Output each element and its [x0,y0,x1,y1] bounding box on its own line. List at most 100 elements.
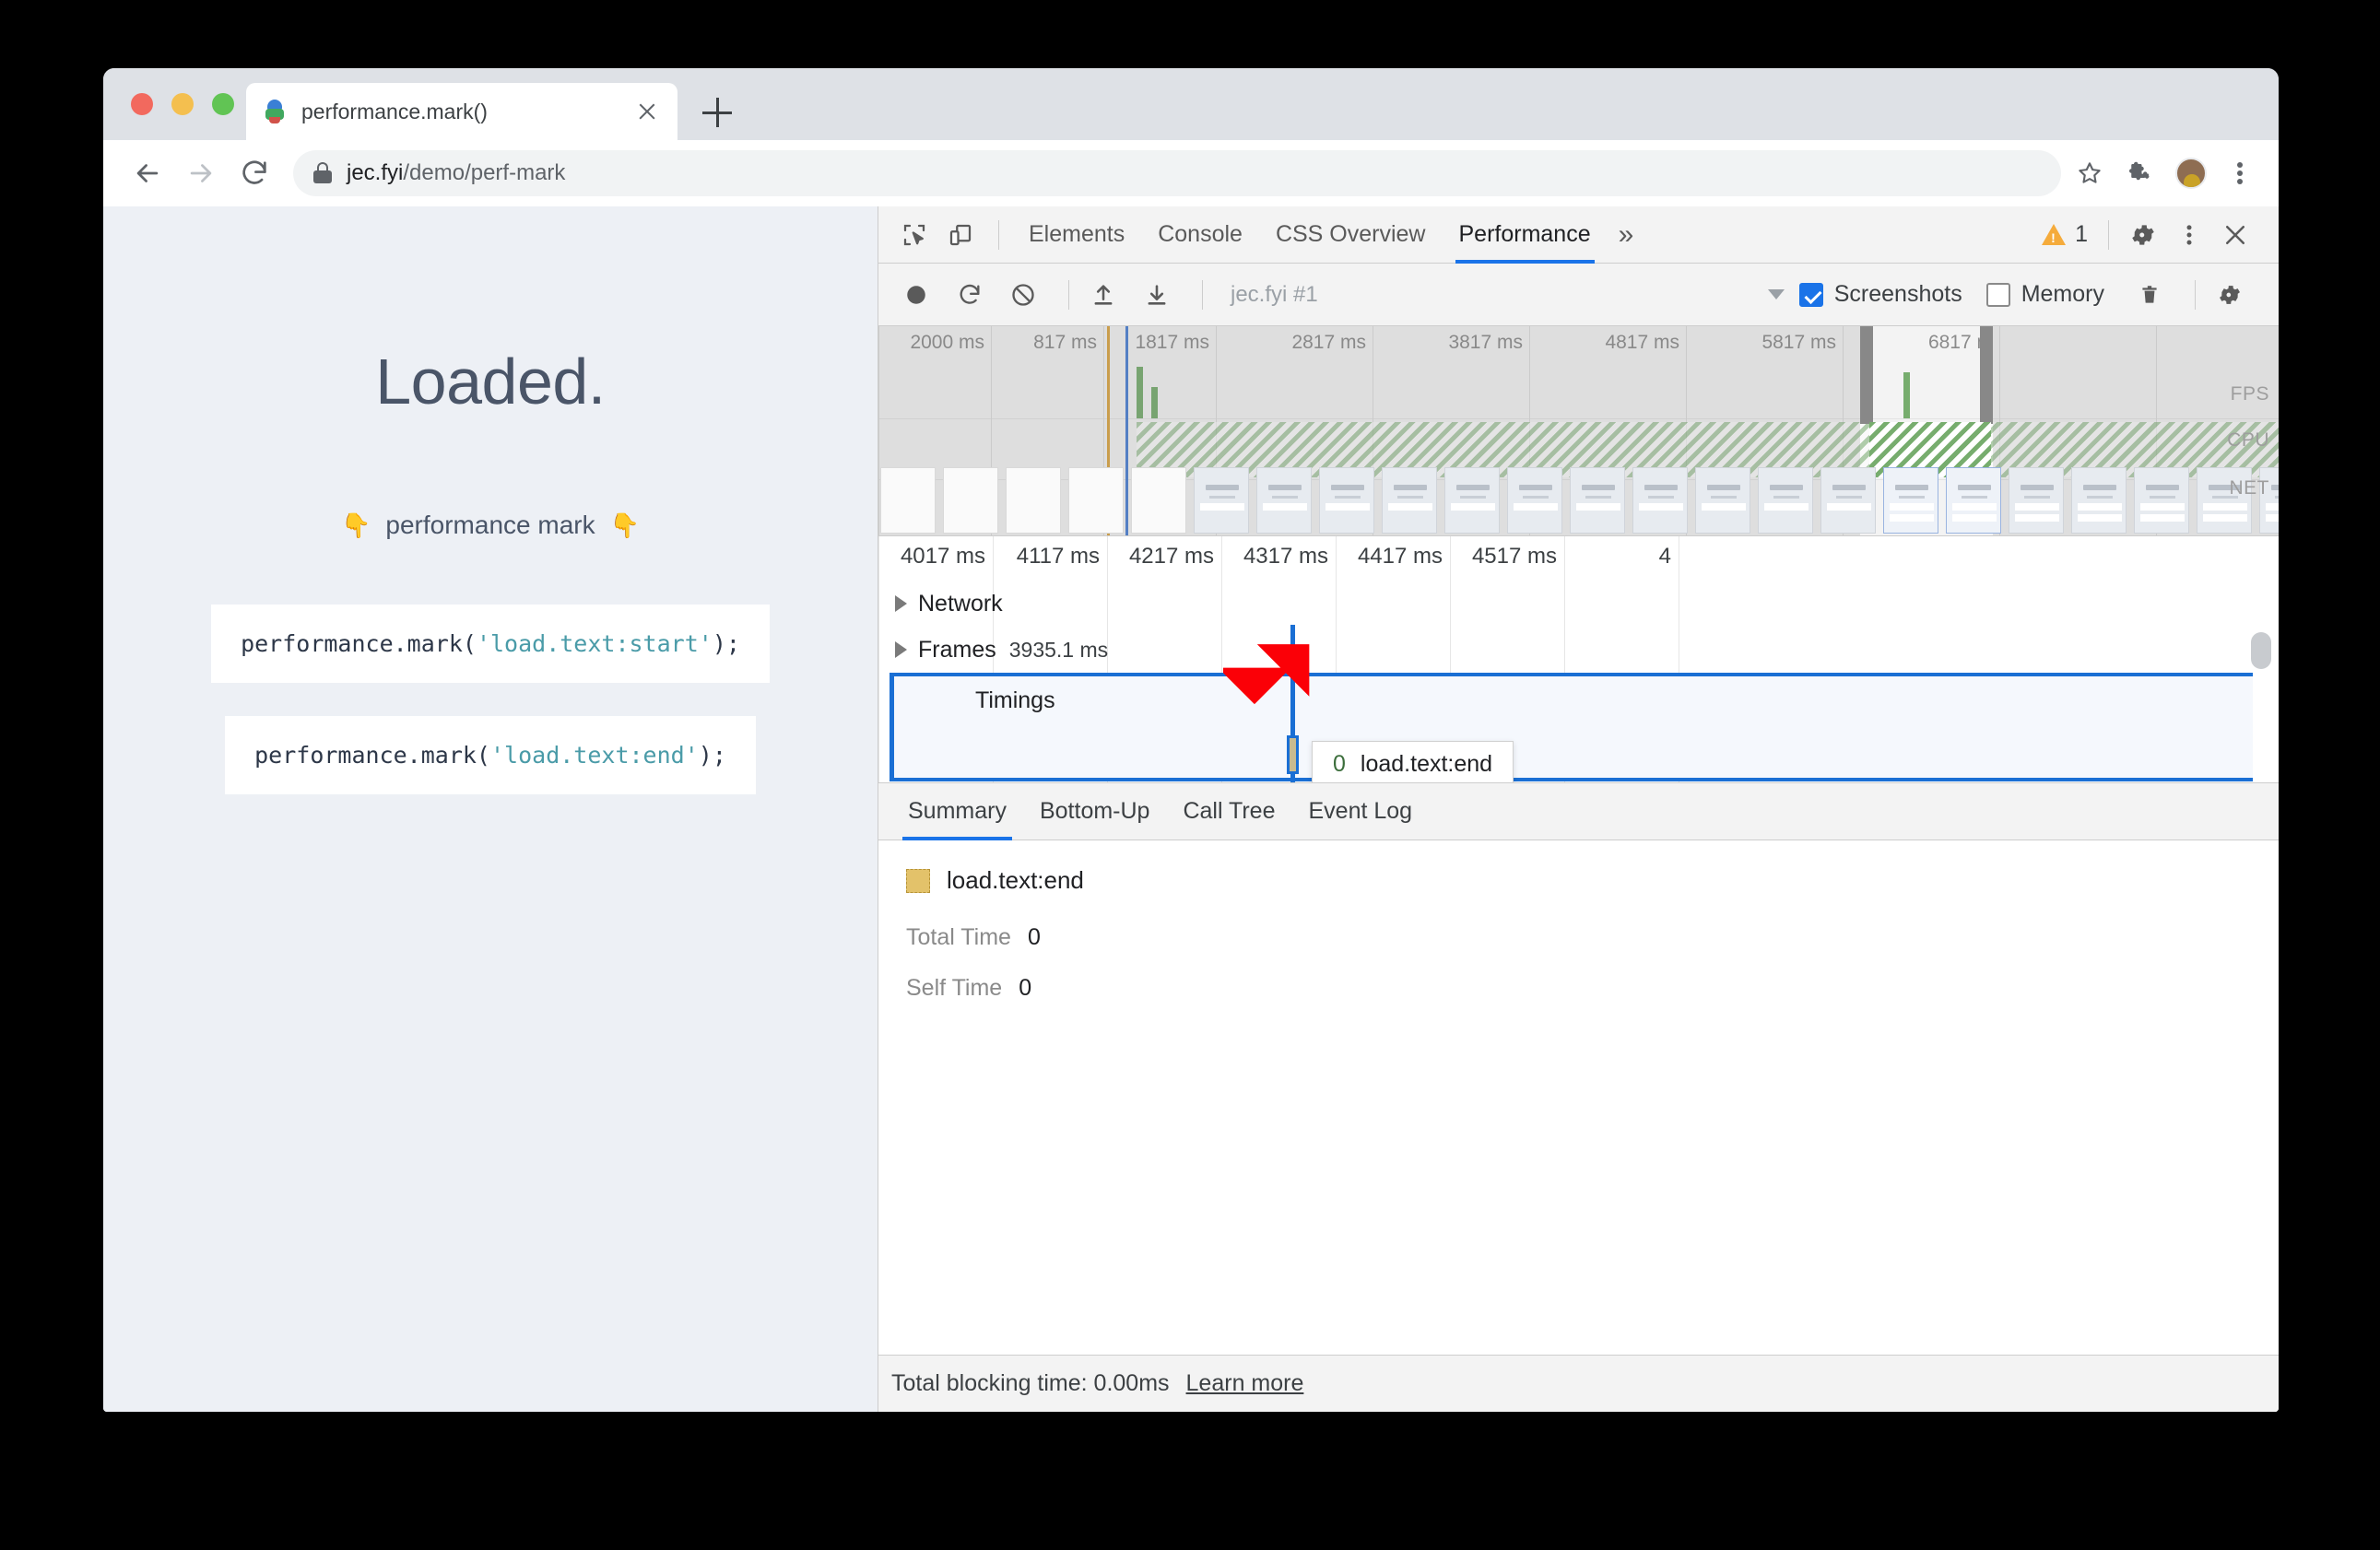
tab-call-tree[interactable]: Call Tree [1166,783,1291,840]
net-lane-label: NET [2229,477,2269,499]
filmstrip-thumbnail[interactable] [1194,467,1249,534]
trash-icon[interactable] [2128,274,2171,316]
tab-label: Performance [1458,221,1591,247]
session-select[interactable]: jec.fyi #1 [1216,282,1799,308]
warning-count: 1 [2075,221,2088,247]
filmstrip-thumbnail[interactable] [1695,467,1750,534]
track-label: Timings [975,687,1055,713]
learn-more-link[interactable]: Learn more [1186,1370,1304,1397]
page-subtitle-text: performance mark [385,511,595,539]
filmstrip-thumbnail[interactable] [1820,467,1876,534]
clear-recording-icon[interactable] [1002,274,1044,316]
kebab-menu-icon[interactable] [2168,214,2210,256]
actions-divider [2108,219,2109,250]
reload-icon[interactable] [230,149,278,197]
timeline-scrollbar-thumb[interactable] [2251,632,2271,669]
pointing-down-emoji-right: 👇 [609,511,640,539]
timeline-tick: 4 [1658,544,1671,569]
fps-lane-label: FPS [2230,383,2269,405]
filmstrip-thumbnail[interactable] [1444,467,1500,534]
tab-summary[interactable]: Summary [891,783,1023,840]
filmstrip-thumbnail[interactable] [1382,467,1437,534]
close-tab-icon[interactable] [633,98,661,125]
code-prefix: performance.mark( [254,742,490,769]
filmstrip-thumbnail[interactable] [1632,467,1688,534]
track-frames[interactable]: Frames 3935.1 ms [878,628,2279,671]
upload-icon[interactable] [1082,274,1125,316]
close-window-button[interactable] [131,93,153,115]
track-network[interactable]: Network [878,582,2279,625]
devtools-panel: Elements Console CSS Overview Performanc… [878,206,2279,1412]
tab-bottom-up[interactable]: Bottom-Up [1023,783,1166,840]
maximize-window-button[interactable] [212,93,234,115]
track-label: Frames [918,636,996,663]
page-subtitle: 👇 performance mark 👇 [103,511,878,540]
url-text: jec.fyi/demo/perf-mark [347,160,565,186]
profile-avatar[interactable] [2175,158,2207,189]
tab-label: Call Tree [1183,798,1276,824]
filmstrip-thumbnail[interactable] [2009,467,2064,534]
browser-tab[interactable]: performance.mark() [246,83,677,140]
timeline-tick: 4417 ms [1357,544,1443,569]
tab-elements[interactable]: Elements [1012,206,1141,264]
memory-checkbox[interactable]: Memory [1985,281,2104,308]
warning-badge[interactable]: 1 [2034,221,2095,248]
filmstrip[interactable] [878,465,2279,535]
record-circle-icon[interactable] [895,274,937,316]
capture-settings-gear-icon[interactable] [2209,274,2251,316]
summary-event-name: load.text:end [947,866,1084,894]
minimize-window-button[interactable] [171,93,194,115]
pointing-down-emoji-left: 👇 [341,511,371,539]
new-tab-button[interactable] [702,98,732,127]
inspect-element-icon[interactable] [893,214,936,256]
tab-console[interactable]: Console [1141,206,1259,264]
timeline-overview[interactable]: 1000 ms 2000 ms 817 ms 1817 ms 2817 ms 3… [878,326,2279,536]
filmstrip-thumbnail[interactable] [1256,467,1312,534]
code-string: 'load.text:end' [489,742,699,769]
filmstrip-thumbnail[interactable] [1507,467,1562,534]
selection-handle-right[interactable] [1980,326,1993,424]
expand-triangle-icon[interactable] [895,641,907,658]
tab-performance[interactable]: Performance [1443,206,1608,264]
bookmark-star-icon[interactable] [2076,159,2103,187]
tab-event-log[interactable]: Event Log [1292,783,1430,840]
timings-marker-event[interactable] [1287,735,1299,774]
screenshots-checkbox[interactable]: Screenshots [1798,281,1962,308]
detail-tab-bar: Summary Bottom-Up Call Tree Event Log [878,783,2279,840]
summary-key: Total Time [906,924,1011,950]
extensions-puzzle-icon[interactable] [2126,159,2153,187]
gear-icon[interactable] [2122,214,2164,256]
selection-handle-left[interactable] [1860,326,1873,424]
device-toolbar-icon[interactable] [939,214,982,256]
toolbar-divider-1 [1068,279,1069,310]
window-controls [131,93,234,115]
back-arrow-icon[interactable] [124,149,171,197]
chrome-menu-kebab-icon[interactable] [2229,158,2253,189]
tooltip-value: 0 [1333,751,1346,777]
timeline-tick: 4017 ms [900,544,985,569]
download-icon[interactable] [1136,274,1178,316]
filmstrip-thumbnail-selected[interactable] [1883,467,1938,534]
lock-icon [313,162,332,184]
timeline-tick: 4517 ms [1471,544,1557,569]
timeline-tracks[interactable]: 3917 ms 4017 ms 4117 ms 4217 ms 4317 ms … [878,536,2279,783]
filmstrip-thumbnail[interactable] [1570,467,1625,534]
viewport: Loaded. 👇 performance mark 👇 performance… [103,206,2279,1412]
close-devtools-icon[interactable] [2214,214,2256,256]
event-color-swatch [906,868,930,893]
filmstrip-thumbnail[interactable] [1319,467,1374,534]
filmstrip-thumbnail[interactable] [2134,467,2189,534]
screenshots-label: Screenshots [1833,281,1962,307]
summary-value: 0 [1027,924,1041,950]
reload-and-record-icon[interactable] [948,274,991,316]
expand-triangle-icon[interactable] [895,595,907,612]
tab-css-overview[interactable]: CSS Overview [1259,206,1443,264]
filmstrip-thumbnail-selected[interactable] [1946,467,2001,534]
forward-arrow-icon[interactable] [177,149,225,197]
filmstrip-thumbnail[interactable] [1758,467,1813,534]
toolbar-divider [998,219,999,250]
filmstrip-thumbnail[interactable] [2071,467,2127,534]
url-input[interactable]: jec.fyi/demo/perf-mark [293,150,2061,196]
more-tabs-chevron-icon[interactable]: » [1608,220,1645,249]
track-timings-selected[interactable]: Timings [890,673,2253,781]
